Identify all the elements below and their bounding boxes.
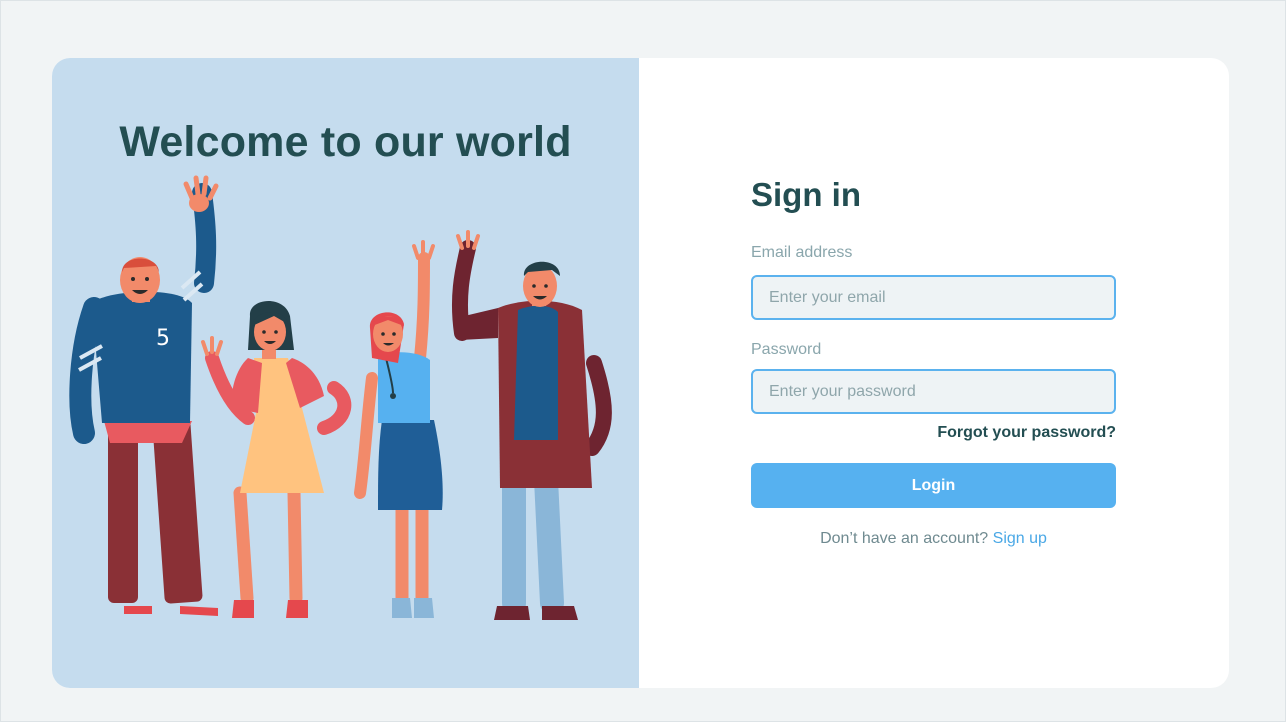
password-input[interactable] bbox=[751, 369, 1116, 414]
login-card: Welcome to our world 5 Sign in Email add… bbox=[52, 58, 1229, 688]
person-man-coat bbox=[451, 230, 612, 620]
welcome-panel: Welcome to our world 5 bbox=[52, 58, 639, 688]
people-waving-illustration: 5 bbox=[69, 175, 612, 620]
password-label: Password bbox=[751, 341, 822, 358]
person-woman-dress bbox=[201, 300, 352, 618]
signup-row: Don’t have an account? Sign up bbox=[751, 530, 1116, 548]
signin-title: Sign in bbox=[751, 176, 861, 213]
email-label: Email address bbox=[751, 244, 853, 261]
person-man-sweater: 5 bbox=[69, 175, 219, 616]
email-input[interactable] bbox=[751, 275, 1116, 320]
signin-panel: Sign in Email address Password Forgot yo… bbox=[639, 58, 1229, 688]
signup-prompt: Don’t have an account? bbox=[820, 530, 989, 547]
forgot-password-link[interactable]: Forgot your password? bbox=[937, 424, 1116, 442]
login-button[interactable]: Login bbox=[751, 463, 1116, 508]
jersey-number: 5 bbox=[156, 326, 170, 351]
person-woman-shorts bbox=[354, 240, 443, 618]
signup-link[interactable]: Sign up bbox=[993, 530, 1047, 547]
